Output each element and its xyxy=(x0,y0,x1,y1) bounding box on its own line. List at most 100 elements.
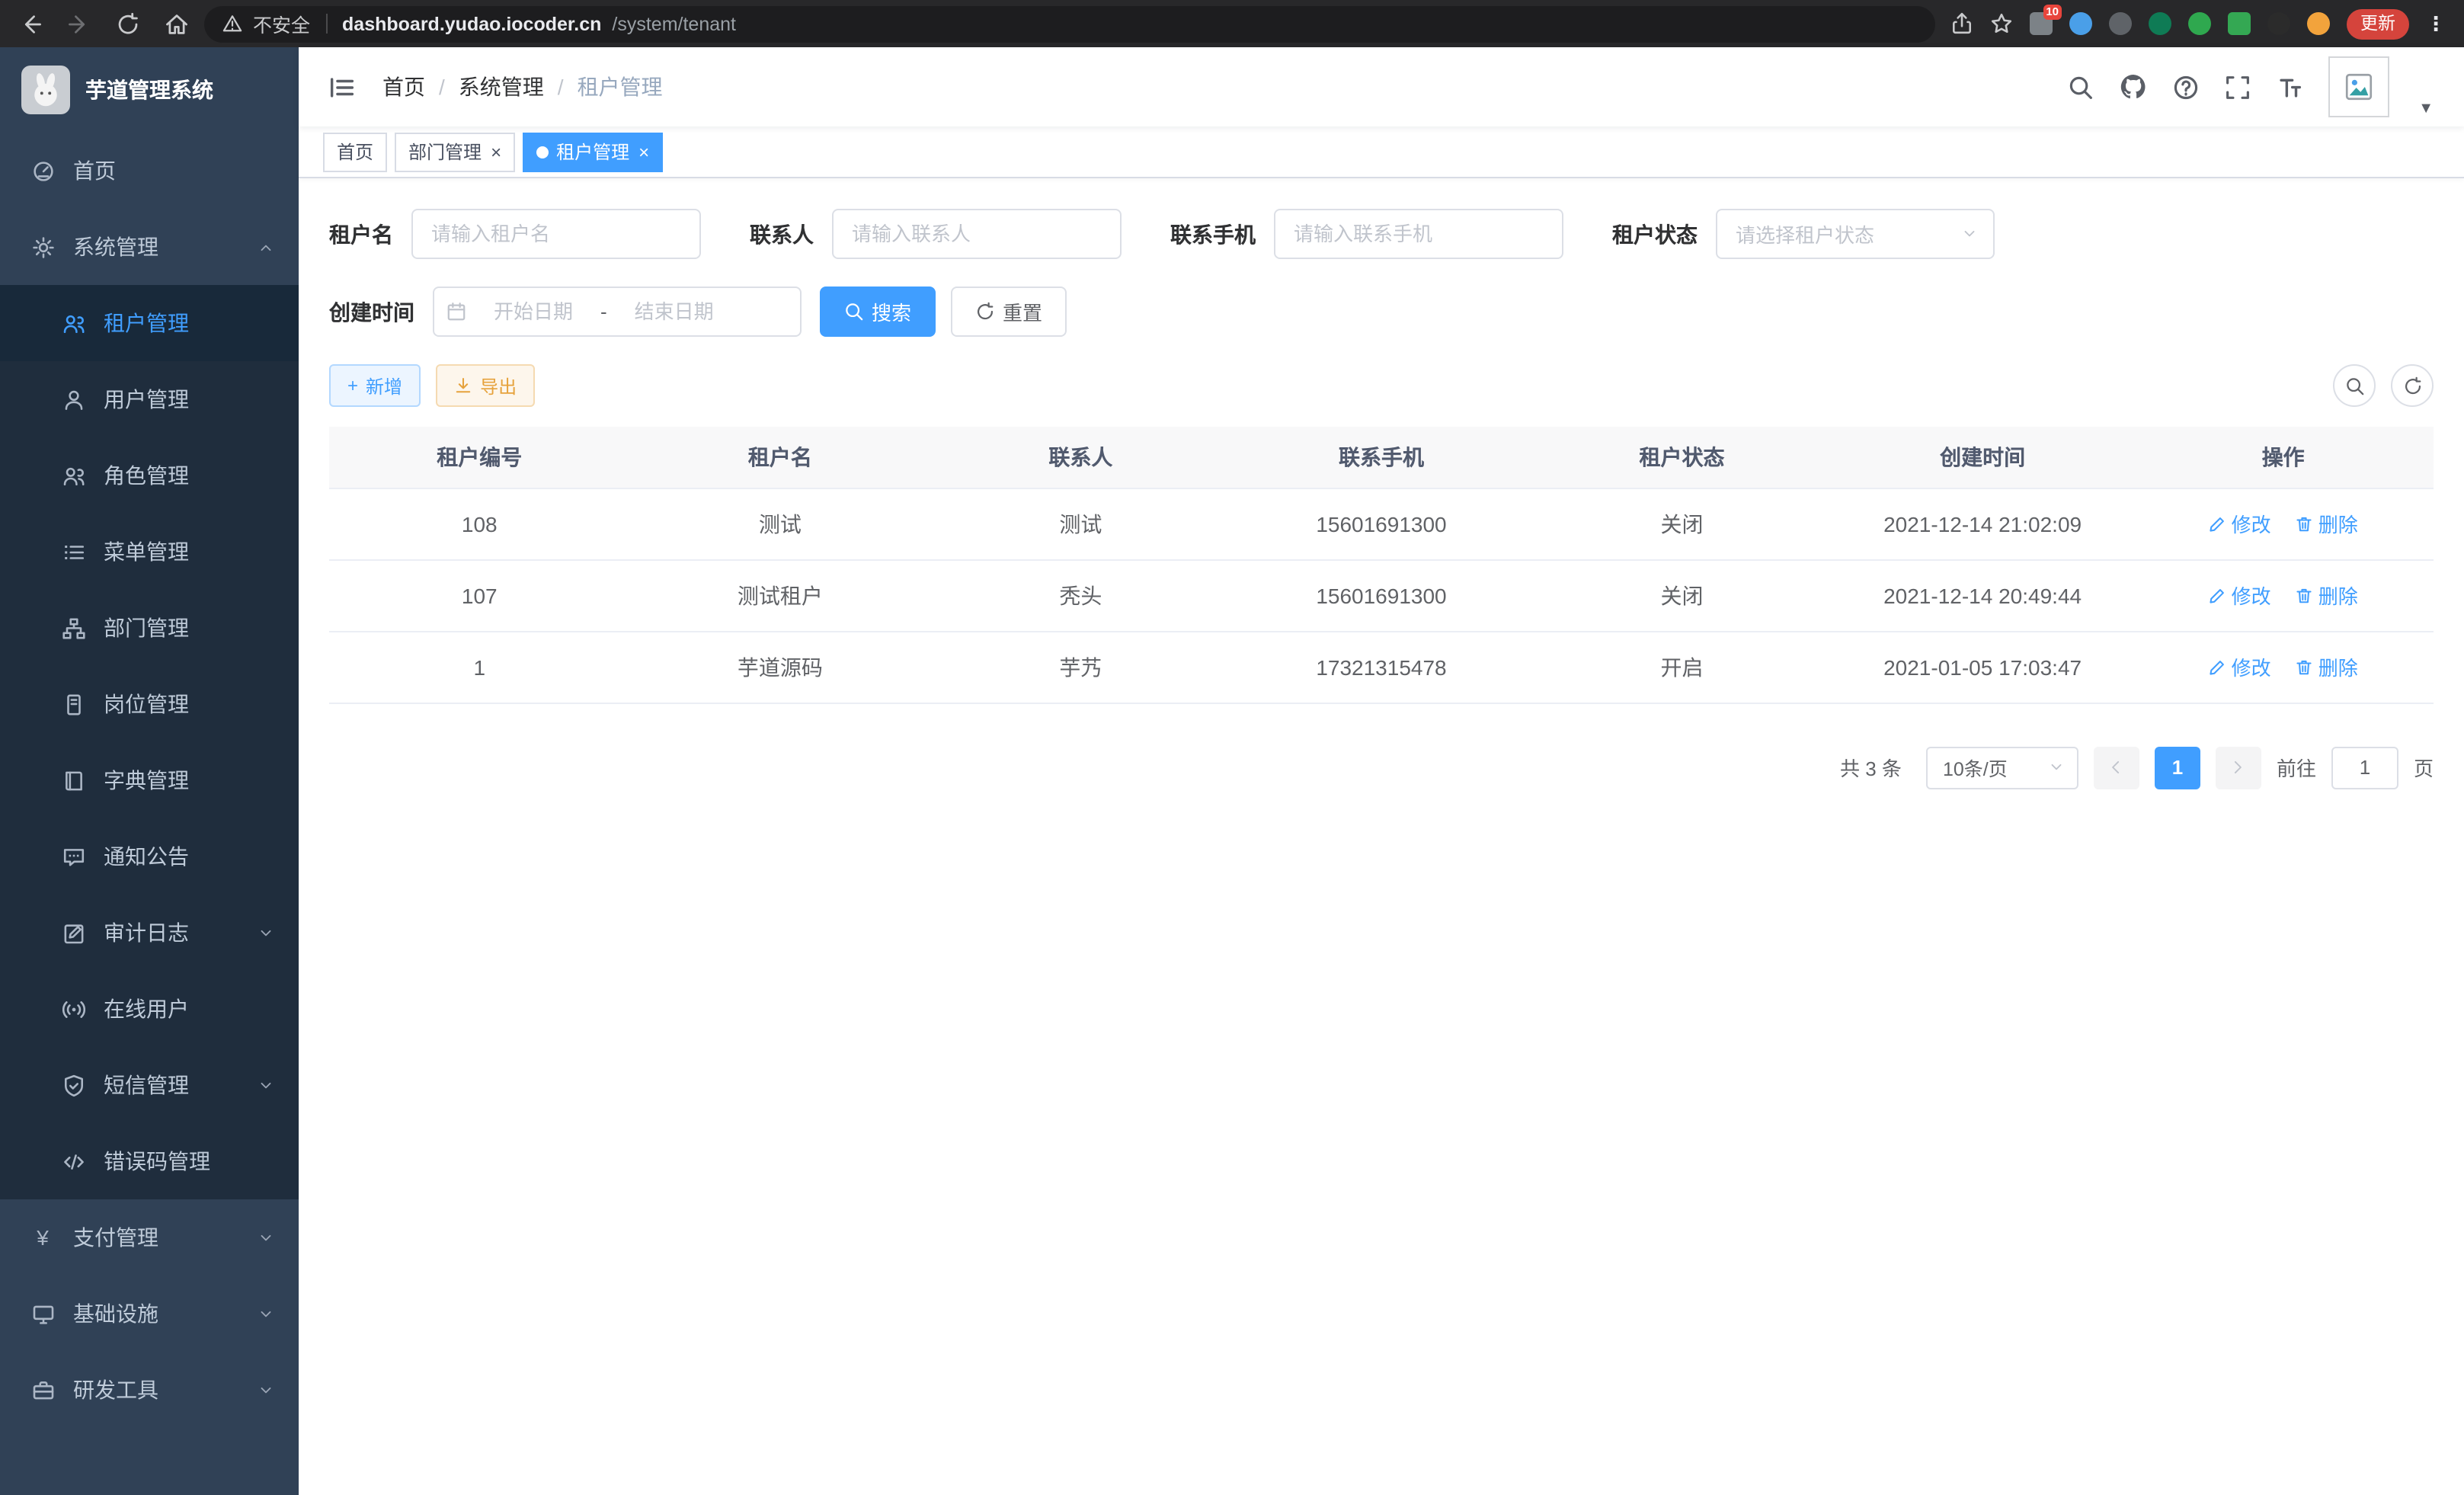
filter-row-2: 创建时间 - 搜索 重置 xyxy=(329,287,2434,337)
font-size-icon[interactable] xyxy=(2277,74,2302,100)
contact-input[interactable] xyxy=(832,209,1122,259)
extension-icon[interactable] xyxy=(2069,12,2092,35)
sidebar-item-error-code[interactable]: 错误码管理 xyxy=(0,1123,299,1199)
sidebar-item-menu[interactable]: 菜单管理 xyxy=(0,514,299,590)
edit-link[interactable]: 修改 xyxy=(2209,509,2271,538)
tenant-name-input[interactable] xyxy=(411,209,701,259)
browser-menu-icon[interactable]: ⋮ xyxy=(2426,11,2446,36)
chevron-up-icon xyxy=(258,238,274,255)
sidebar-item-infrastructure[interactable]: 基础设施 xyxy=(0,1276,299,1352)
caret-down-icon[interactable]: ▼ xyxy=(2418,101,2434,117)
browser-update-button[interactable]: 更新 xyxy=(2347,8,2409,39)
user-avatar[interactable] xyxy=(2328,56,2389,117)
cell-phone: 15601691300 xyxy=(1231,559,1532,631)
cell-created: 2021-12-14 21:02:09 xyxy=(1832,488,2133,559)
sidebar-item-devtools[interactable]: 研发工具 xyxy=(0,1352,299,1428)
close-icon[interactable]: × xyxy=(489,142,501,161)
calendar-icon xyxy=(446,302,466,322)
cell-created: 2021-12-14 20:49:44 xyxy=(1832,559,2133,631)
bookmark-star-icon[interactable] xyxy=(1990,12,2013,35)
sidebar-item-home[interactable]: 首页 xyxy=(0,133,299,209)
fullscreen-icon[interactable] xyxy=(2225,74,2251,100)
sidebar-item-dept[interactable]: 部门管理 xyxy=(0,590,299,666)
prev-page-button[interactable] xyxy=(2094,746,2139,789)
github-icon[interactable] xyxy=(2120,73,2147,101)
extension-icon[interactable] xyxy=(2267,12,2290,35)
delete-link[interactable]: 删除 xyxy=(2296,581,2358,610)
sidebar-item-sms[interactable]: 短信管理 xyxy=(0,1047,299,1123)
code-icon xyxy=(61,1150,85,1173)
breadcrumb-item[interactable]: 首页 xyxy=(382,72,425,102)
extension-icon[interactable] xyxy=(2149,12,2171,35)
goto-page-input[interactable] xyxy=(2331,746,2398,789)
delete-link[interactable]: 删除 xyxy=(2296,652,2358,681)
hamburger-icon[interactable] xyxy=(329,74,355,100)
refresh-icon[interactable] xyxy=(2391,364,2434,407)
chevron-down-icon xyxy=(1961,226,1978,242)
help-icon[interactable] xyxy=(2173,74,2199,100)
top-navbar: 首页 / 系统管理 / 租户管理 ▼ xyxy=(299,47,2464,126)
sidebar-item-role[interactable]: 角色管理 xyxy=(0,437,299,514)
extension-icon[interactable] xyxy=(2188,12,2211,35)
cell-tenant-name: 测试 xyxy=(630,488,931,559)
close-icon[interactable]: × xyxy=(637,142,649,161)
export-button[interactable]: 导出 xyxy=(436,364,535,407)
phone-input[interactable] xyxy=(1274,209,1563,259)
toggle-search-icon[interactable] xyxy=(2333,364,2376,407)
chevron-down-icon xyxy=(258,1381,274,1398)
sidebar-item-tenant[interactable]: 租户管理 xyxy=(0,285,299,361)
date-start-input[interactable] xyxy=(469,300,597,323)
share-icon[interactable] xyxy=(1950,12,1973,35)
sidebar-item-payment[interactable]: ¥ 支付管理 xyxy=(0,1199,299,1276)
add-button[interactable]: + 新增 xyxy=(329,364,421,407)
table-toolbar: + 新增 导出 xyxy=(329,364,2434,407)
sidebar-item-online-users[interactable]: 在线用户 xyxy=(0,971,299,1047)
status-select[interactable]: 请选择租户状态 xyxy=(1716,209,1995,259)
home-icon[interactable] xyxy=(165,11,189,36)
reset-button[interactable]: 重置 xyxy=(951,287,1067,337)
page-size-select[interactable]: 10条/页 xyxy=(1926,746,2078,789)
delete-link[interactable]: 删除 xyxy=(2296,509,2358,538)
search-button[interactable]: 搜索 xyxy=(820,287,936,337)
users-icon xyxy=(61,312,85,335)
back-icon[interactable] xyxy=(18,11,43,36)
sidebar-item-audit-log[interactable]: 审计日志 xyxy=(0,895,299,971)
extension-icon[interactable] xyxy=(2307,12,2330,35)
column-header: 创建时间 xyxy=(1832,427,2133,488)
extension-icon[interactable] xyxy=(2228,12,2251,35)
edit-link[interactable]: 修改 xyxy=(2209,652,2271,681)
sidebar-item-user[interactable]: 用户管理 xyxy=(0,361,299,437)
app-shell: 芋道管理系统 首页 系统管理 租户管理 xyxy=(0,47,2464,1495)
column-header: 租户名 xyxy=(630,427,931,488)
search-icon[interactable] xyxy=(2068,74,2094,100)
sidebar-item-dict[interactable]: 字典管理 xyxy=(0,742,299,818)
message-icon xyxy=(61,845,85,868)
pagination-total: 共 3 条 xyxy=(1840,753,1902,782)
filter-label: 联系手机 xyxy=(1170,219,1256,249)
breadcrumb-item[interactable]: 系统管理 xyxy=(459,72,544,102)
next-page-button[interactable] xyxy=(2216,746,2261,789)
sidebar-item-system[interactable]: 系统管理 xyxy=(0,209,299,285)
sidebar-item-notice[interactable]: 通知公告 xyxy=(0,818,299,895)
url-path: /system/tenant xyxy=(612,13,736,34)
sidebar-item-post[interactable]: 岗位管理 xyxy=(0,666,299,742)
filter-label: 创建时间 xyxy=(329,296,414,327)
forward-icon[interactable] xyxy=(67,11,91,36)
address-bar[interactable]: 不安全 dashboard.yudao.iocoder.cn/system/te… xyxy=(204,5,1935,42)
user-icon xyxy=(61,388,85,411)
security-label: 不安全 xyxy=(253,9,310,38)
tab-home[interactable]: 首页 xyxy=(323,132,387,171)
cell-contact: 秃头 xyxy=(930,559,1231,631)
navbar-actions: ▼ xyxy=(2068,56,2434,117)
extension-icon[interactable] xyxy=(2109,12,2132,35)
date-end-input[interactable] xyxy=(610,300,738,323)
cell-tenant-id: 108 xyxy=(329,488,630,559)
extension-icon[interactable]: 10 xyxy=(2030,12,2053,35)
tab-tenant[interactable]: 租户管理 × xyxy=(523,132,663,171)
reload-icon[interactable] xyxy=(116,11,140,36)
signal-icon xyxy=(61,997,85,1020)
date-range-picker[interactable]: - xyxy=(433,287,802,337)
page-number-button[interactable]: 1 xyxy=(2155,746,2200,789)
tab-dept[interactable]: 部门管理 × xyxy=(395,132,515,171)
edit-link[interactable]: 修改 xyxy=(2209,581,2271,610)
